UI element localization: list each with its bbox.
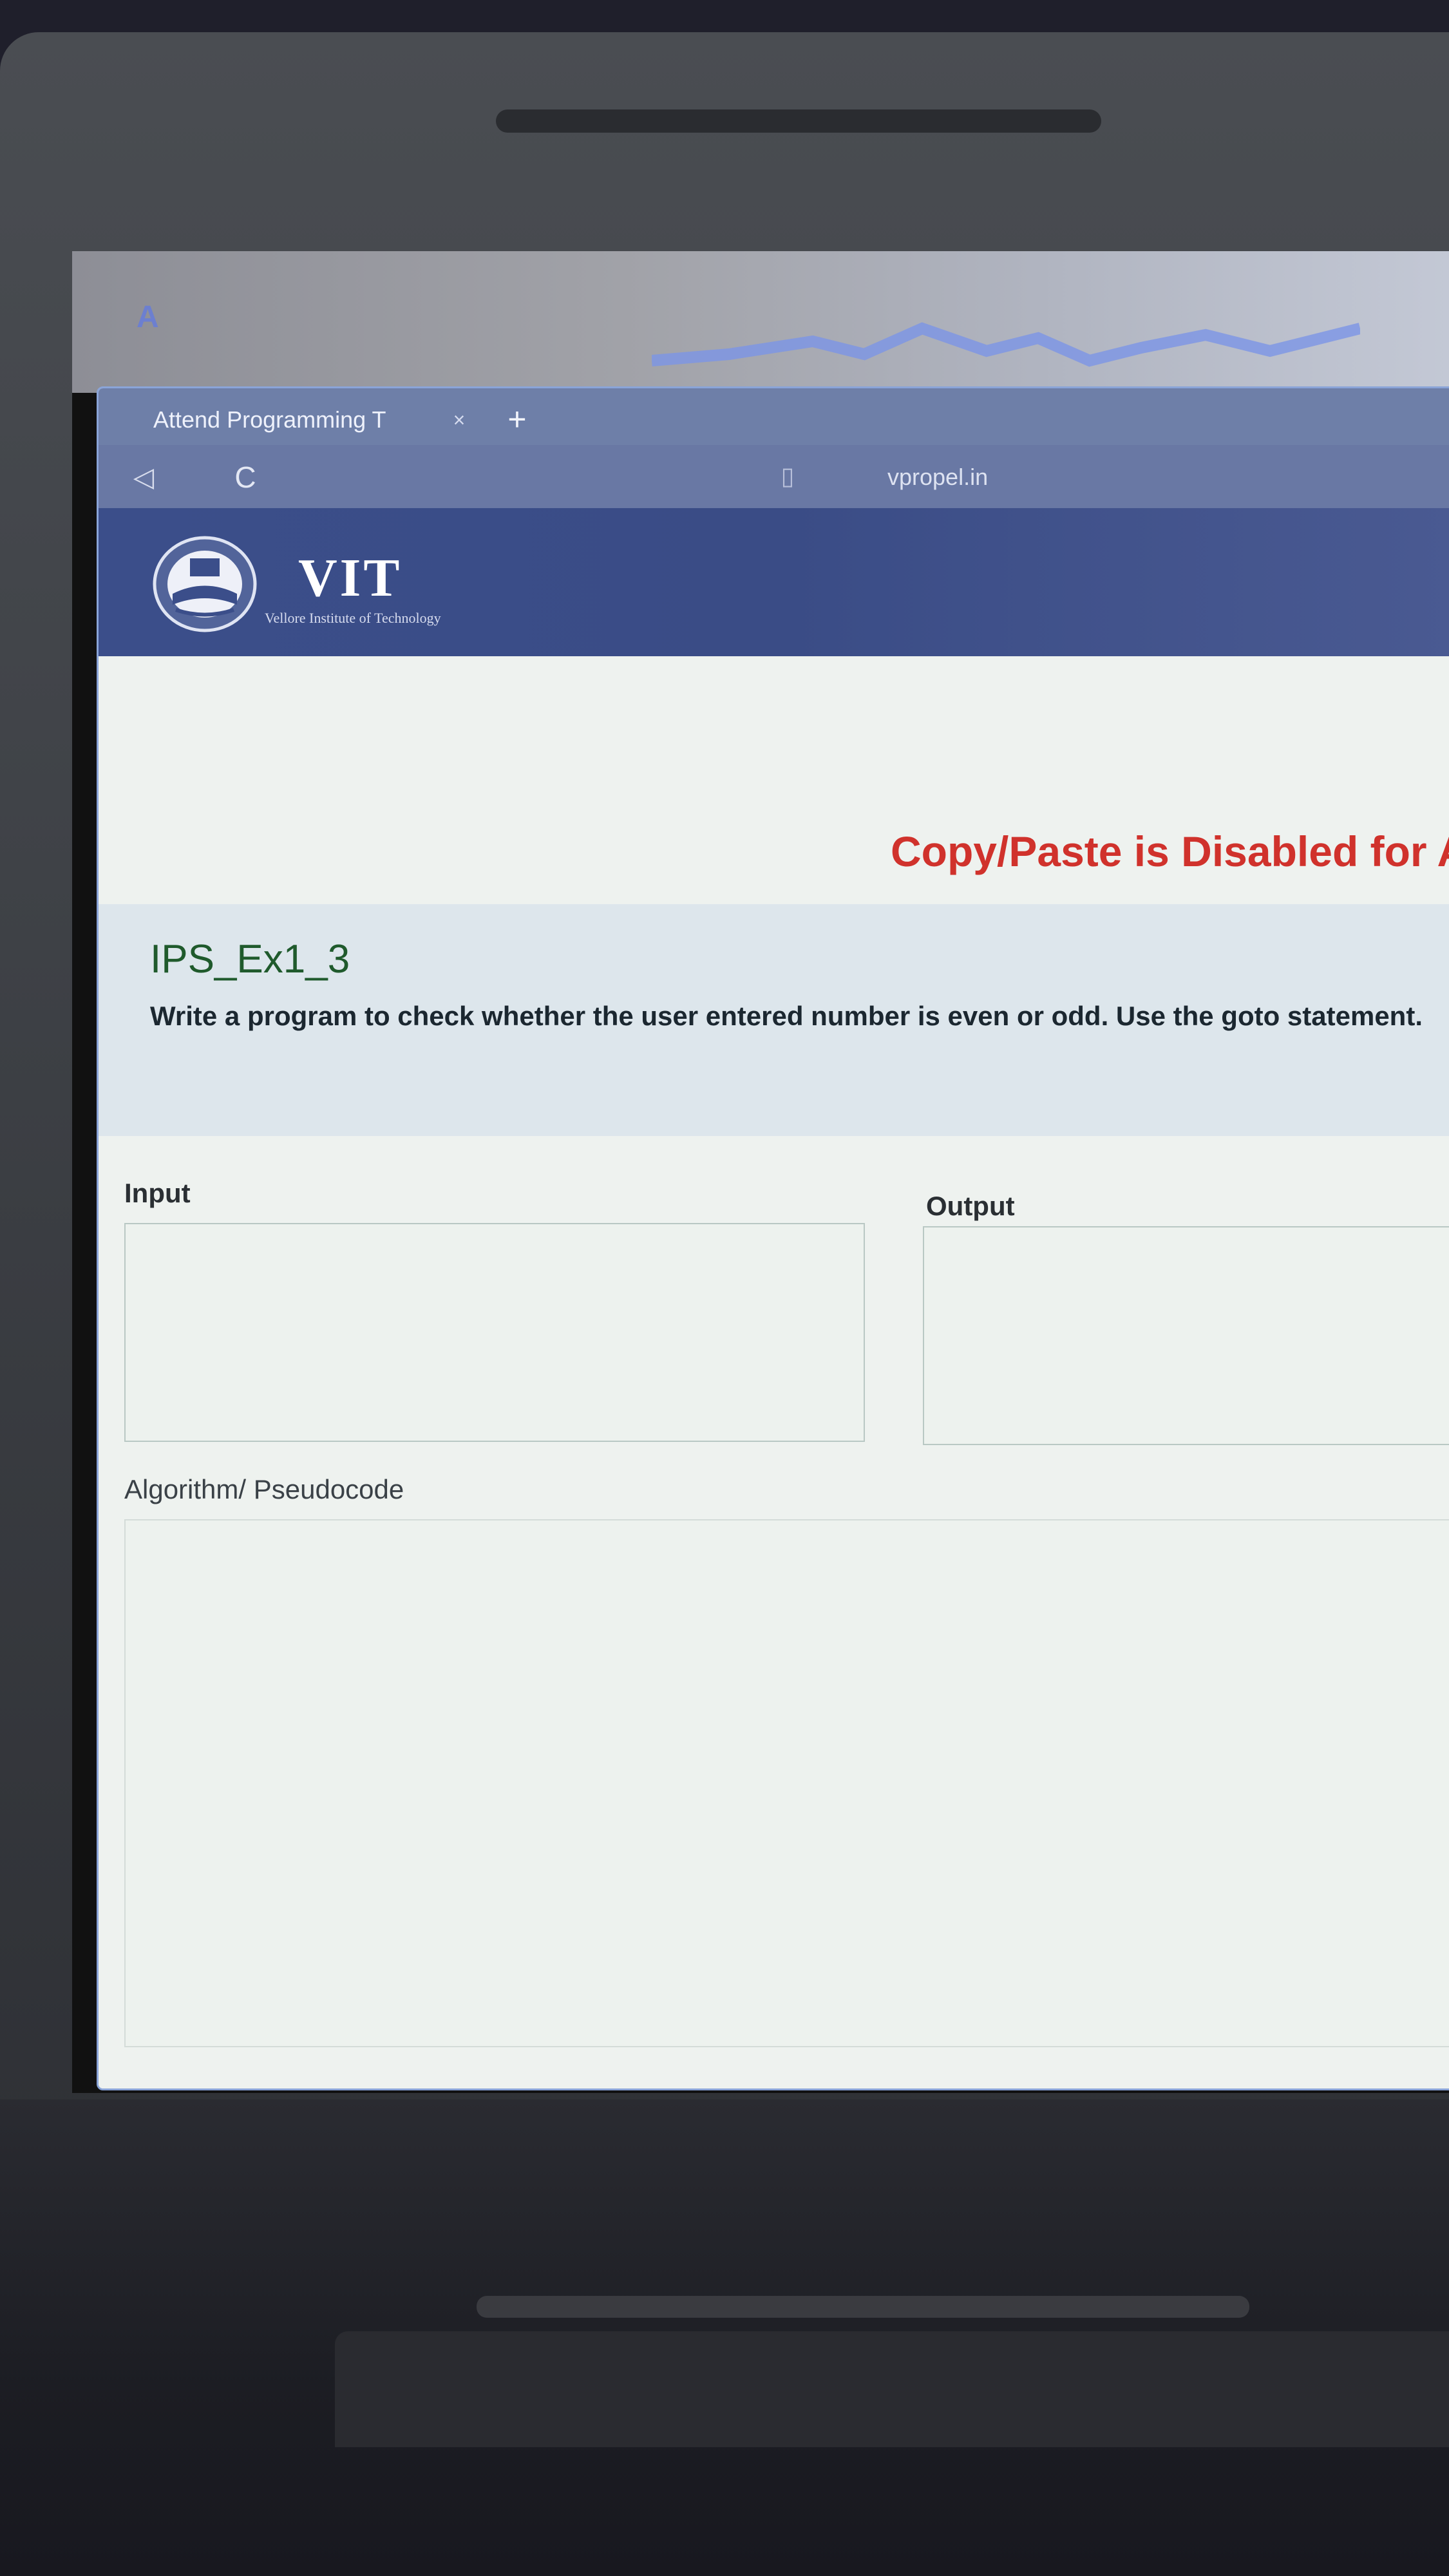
laptop-screen: A Attend Programming T × + ◁ C ▯ vpropel…	[72, 251, 1449, 2093]
input-label: Input	[124, 1178, 191, 1208]
site-header: VIT Vellore Institute of Technology	[99, 508, 1449, 656]
desktop-wallpaper: A	[72, 251, 1449, 393]
vit-emblem-icon	[153, 536, 257, 632]
input-textarea[interactable]	[124, 1223, 865, 1442]
desktop-logo-icon: A	[137, 300, 159, 334]
tab-bar: Attend Programming T × +	[99, 388, 1449, 445]
algorithm-label: Algorithm/ Pseudocode	[124, 1474, 404, 1504]
wallpaper-wave-graphic	[652, 322, 1360, 367]
new-tab-icon[interactable]: +	[498, 400, 536, 439]
webcam-slot	[496, 109, 1101, 133]
output-label: Output	[926, 1191, 1015, 1221]
copy-paste-notice: Copy/Paste is Disabled for Assessr	[891, 828, 1449, 875]
bookmark-icon[interactable]: ▯	[775, 460, 800, 493]
question-panel: IPS_Ex1_3 Write a program to check wheth…	[99, 904, 1449, 1136]
laptop-deck-edge	[335, 2331, 1449, 2447]
browser-tab[interactable]: Attend Programming T ×	[118, 395, 478, 445]
address-bar[interactable]: vpropel.in	[887, 459, 1145, 495]
close-tab-icon[interactable]: ×	[440, 408, 478, 432]
site-logo-name: VIT	[298, 548, 402, 608]
laptop-hinge	[477, 2296, 1249, 2318]
back-icon[interactable]: ◁	[124, 458, 163, 497]
site-logo-tagline: Vellore Institute of Technology	[265, 610, 441, 626]
tab-title: Attend Programming T	[153, 406, 386, 433]
reload-icon[interactable]: C	[226, 458, 265, 497]
navigation-bar: ◁ C ▯ vpropel.in	[99, 445, 1449, 508]
question-title: IPS_Ex1_3	[150, 937, 350, 981]
assessment-page: Copy/Paste is Disabled for Assessr IPS_E…	[99, 656, 1449, 2088]
question-text: Write a program to check whether the use…	[150, 1001, 1423, 1031]
algorithm-textarea[interactable]	[124, 1519, 1449, 2047]
browser-window: Attend Programming T × + ◁ C ▯ vpropel.i…	[97, 386, 1449, 2090]
output-textarea[interactable]	[923, 1226, 1449, 1445]
